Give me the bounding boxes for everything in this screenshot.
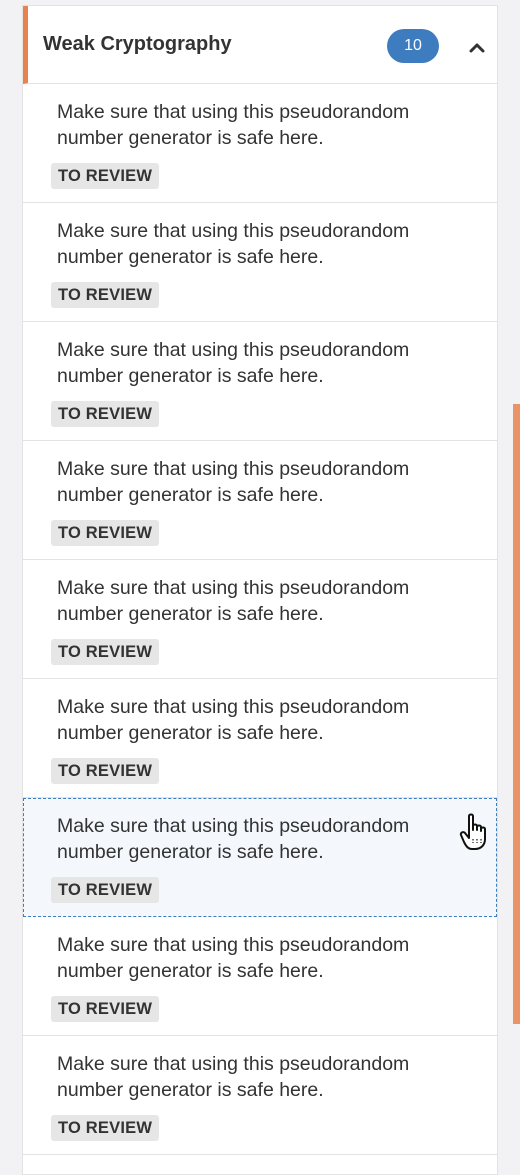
status-badge: TO REVIEW xyxy=(51,877,160,903)
hotspot-message: Make sure that using this pseudorandom n… xyxy=(57,220,410,268)
hotspot-message: Make sure that using this pseudorandom n… xyxy=(57,696,410,744)
hotspot-item[interactable]: Make sure that using this pseudorandom n… xyxy=(23,917,497,1036)
status-badge: TO REVIEW xyxy=(51,758,160,784)
status-badge: TO REVIEW xyxy=(51,282,160,308)
chevron-up-icon[interactable] xyxy=(465,36,489,60)
status-badge: TO REVIEW xyxy=(51,401,160,427)
hotspot-message: Make sure that using this pseudorandom n… xyxy=(57,1053,410,1101)
hotspot-item[interactable]: Make sure that using this pseudorandom n… xyxy=(23,203,497,322)
hotspot-category-panel: Weak Cryptography 10 Make sure that usin… xyxy=(22,5,498,1175)
hotspot-message: Make sure that using this pseudorandom n… xyxy=(57,815,410,863)
status-badge: TO REVIEW xyxy=(51,639,160,665)
hotspot-message: Make sure that using this pseudorandom n… xyxy=(57,577,410,625)
hotspot-count-badge: 10 xyxy=(387,29,439,63)
hotspot-item[interactable]: Make sure that using this pseudorandom n… xyxy=(23,679,497,798)
hotspot-item[interactable]: Make sure that using this pseudorandom n… xyxy=(23,322,497,441)
hotspot-item-selected[interactable]: Make sure that using this pseudorandom n… xyxy=(23,798,497,917)
status-badge: TO REVIEW xyxy=(51,1115,160,1141)
hotspot-item[interactable]: Make sure that using this pseudorandom n… xyxy=(23,1036,497,1155)
hotspot-message: Make sure that using this pseudorandom n… xyxy=(57,934,410,982)
status-badge: TO REVIEW xyxy=(51,520,160,546)
scrollbar[interactable] xyxy=(513,404,520,1024)
hotspot-item[interactable]: Make sure that using this pseudorandom n… xyxy=(23,560,497,679)
category-header-weak-cryptography[interactable]: Weak Cryptography 10 xyxy=(23,6,497,84)
hotspot-message: Make sure that using this pseudorandom n… xyxy=(57,101,410,149)
hotspot-message: Make sure that using this pseudorandom n… xyxy=(57,339,410,387)
status-badge: TO REVIEW xyxy=(51,996,160,1022)
hotspot-item[interactable]: Make sure that using this pseudorandom n… xyxy=(23,441,497,560)
hotspot-message: Make sure that using this pseudorandom n… xyxy=(57,458,410,506)
hotspot-list: Make sure that using this pseudorandom n… xyxy=(23,84,497,1155)
hotspot-item[interactable]: Make sure that using this pseudorandom n… xyxy=(23,84,497,203)
status-badge: TO REVIEW xyxy=(51,163,160,189)
